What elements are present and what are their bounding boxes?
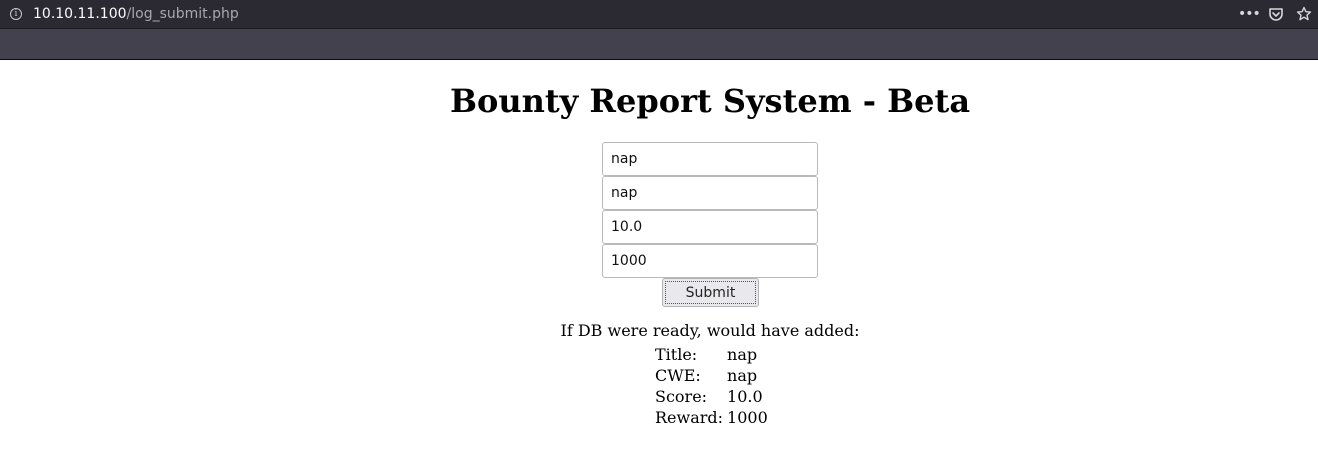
submit-button[interactable]: Submit	[662, 278, 759, 307]
star-icon[interactable]	[1295, 5, 1313, 23]
page-title: Bounty Report System - Beta	[449, 82, 971, 120]
cwe-input[interactable]	[602, 176, 818, 210]
result-row-reward: Reward: 1000	[654, 408, 769, 427]
result-value: 10.0	[727, 387, 763, 406]
submit-button-label: Submit	[665, 281, 756, 304]
more-horizontal-icon[interactable]: •••	[1238, 5, 1261, 23]
result-table: Title: nap CWE: nap Score: 10.0 Reward: …	[652, 343, 771, 429]
address-bar[interactable]: 10.10.11.100/log_submit.php	[33, 6, 239, 23]
url-path: /log_submit.php	[126, 6, 239, 22]
result-label: Reward:	[655, 408, 724, 427]
result-row-title: Title: nap	[654, 345, 769, 364]
result-heading: If DB were ready, would have added:	[560, 321, 860, 340]
browser-toolbar: i 10.10.11.100/log_submit.php •••	[0, 0, 1318, 29]
url-host: 10.10.11.100	[33, 6, 127, 22]
bookmarks-toolbar	[0, 29, 1318, 60]
result-value: 1000	[727, 408, 768, 427]
pocket-icon[interactable]	[1267, 5, 1285, 23]
result-label: CWE:	[655, 366, 701, 385]
title-input[interactable]	[602, 142, 818, 176]
reward-input[interactable]	[602, 244, 818, 278]
result-label: Score:	[655, 387, 708, 406]
result-row-cwe: CWE: nap	[654, 366, 769, 385]
result-value: nap	[727, 345, 758, 364]
result-row-score: Score: 10.0	[654, 387, 769, 406]
result-value: nap	[727, 366, 758, 385]
page-content: Bounty Report System - Beta Submit If DB…	[0, 60, 1318, 474]
score-input[interactable]	[602, 210, 818, 244]
result-label: Title:	[655, 345, 698, 364]
info-icon[interactable]: i	[10, 8, 22, 20]
